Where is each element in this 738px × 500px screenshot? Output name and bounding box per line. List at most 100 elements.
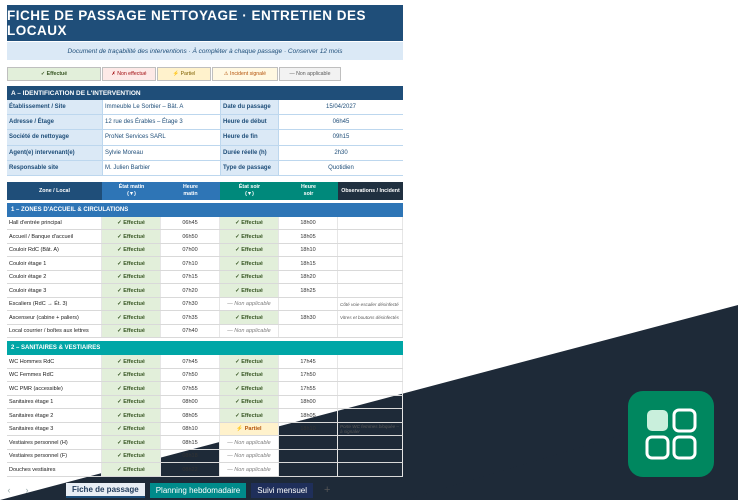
- heure-soir-cell[interactable]: 18h25: [279, 284, 338, 297]
- observation-cell[interactable]: [338, 449, 403, 463]
- heure-matin-cell[interactable]: 07h10: [161, 257, 220, 270]
- etat-soir-cell[interactable]: ✓ Effectué: [220, 284, 279, 297]
- heure-matin-cell[interactable]: 08h15: [161, 436, 220, 449]
- etat-matin-cell[interactable]: ✓ Effectué: [102, 243, 161, 257]
- etat-soir-cell[interactable]: — Non applicable: [220, 297, 279, 311]
- etat-matin-cell[interactable]: ✓ Effectué: [102, 257, 161, 270]
- heure-matin-cell[interactable]: 07h50: [161, 368, 220, 382]
- etat-matin-cell[interactable]: ✓ Effectué: [102, 284, 161, 297]
- etat-soir-cell[interactable]: ✓ Effectué: [220, 230, 279, 243]
- heure-soir-cell[interactable]: 18h00: [279, 395, 338, 409]
- chevron-right-icon[interactable]: ›: [18, 485, 36, 495]
- etat-matin-cell[interactable]: ✓ Effectué: [102, 270, 161, 284]
- etat-soir-cell[interactable]: ✓ Effectué: [220, 355, 279, 368]
- ident-value[interactable]: 06h45: [278, 115, 403, 131]
- ident-value[interactable]: 15/04/2027: [278, 100, 403, 116]
- etat-soir-cell[interactable]: — Non applicable: [220, 324, 279, 338]
- etat-soir-cell[interactable]: ⚡ Partiel: [220, 422, 279, 436]
- observation-cell[interactable]: [338, 368, 403, 382]
- tab-fiche-de-passage[interactable]: Fiche de passage: [66, 482, 145, 498]
- etat-soir-cell[interactable]: ✓ Effectué: [220, 395, 279, 409]
- etat-matin-cell[interactable]: ✓ Effectué: [102, 230, 161, 243]
- chevron-left-icon[interactable]: ‹: [0, 485, 18, 495]
- heure-soir-cell[interactable]: 18h10: [279, 422, 338, 436]
- ident-value[interactable]: M. Julien Barbier: [102, 160, 220, 176]
- tab-planning-hebdomadaire[interactable]: Planning hebdomadaire: [149, 482, 247, 498]
- heure-soir-cell[interactable]: [279, 324, 338, 338]
- etat-soir-cell[interactable]: ✓ Effectué: [220, 257, 279, 270]
- observation-cell[interactable]: [338, 355, 403, 368]
- heure-soir-cell[interactable]: [279, 463, 338, 476]
- heure-matin-cell[interactable]: 06h45: [161, 216, 220, 230]
- observation-cell[interactable]: [338, 436, 403, 449]
- ident-value[interactable]: ProNet Services SARL: [102, 130, 220, 146]
- heure-soir-cell[interactable]: [279, 449, 338, 463]
- etat-soir-cell[interactable]: ✓ Effectué: [220, 216, 279, 230]
- etat-matin-cell[interactable]: ✓ Effectué: [102, 463, 161, 476]
- heure-soir-cell[interactable]: 17h50: [279, 368, 338, 382]
- etat-matin-cell[interactable]: ✓ Effectué: [102, 355, 161, 368]
- add-sheet-button[interactable]: +: [324, 484, 330, 496]
- etat-soir-cell[interactable]: — Non applicable: [220, 449, 279, 463]
- heure-matin-cell[interactable]: 07h20: [161, 284, 220, 297]
- etat-matin-cell[interactable]: ✓ Effectué: [102, 409, 161, 422]
- heure-matin-cell[interactable]: 06h50: [161, 230, 220, 243]
- etat-soir-cell[interactable]: — Non applicable: [220, 436, 279, 449]
- heure-soir-cell[interactable]: [279, 297, 338, 311]
- etat-matin-cell[interactable]: ✓ Effectué: [102, 449, 161, 463]
- heure-matin-cell[interactable]: 08h00: [161, 395, 220, 409]
- observation-cell[interactable]: [338, 324, 403, 338]
- observation-cell[interactable]: [338, 270, 403, 284]
- observation-cell[interactable]: [338, 382, 403, 395]
- heure-matin-cell[interactable]: 08h05: [161, 409, 220, 422]
- etat-matin-cell[interactable]: ✓ Effectué: [102, 368, 161, 382]
- heure-soir-cell[interactable]: 18h30: [279, 311, 338, 324]
- etat-matin-cell[interactable]: ✓ Effectué: [102, 436, 161, 449]
- observation-cell[interactable]: [338, 463, 403, 476]
- ident-value[interactable]: Immeuble Le Sorbier – Bât. A: [102, 100, 220, 116]
- etat-soir-cell[interactable]: — Non applicable: [220, 463, 279, 476]
- heure-soir-cell[interactable]: 18h10: [279, 243, 338, 257]
- heure-matin-cell[interactable]: 07h15: [161, 270, 220, 284]
- heure-matin-cell[interactable]: 07h40: [161, 324, 220, 338]
- heure-soir-cell[interactable]: 18h05: [279, 409, 338, 422]
- observation-cell[interactable]: [338, 216, 403, 230]
- heure-soir-cell[interactable]: 18h15: [279, 257, 338, 270]
- heure-soir-cell[interactable]: [279, 436, 338, 449]
- etat-soir-cell[interactable]: ✓ Effectué: [220, 270, 279, 284]
- ident-value[interactable]: Quotidien: [278, 160, 403, 176]
- ident-value[interactable]: 09h15: [278, 130, 403, 146]
- etat-matin-cell[interactable]: ✓ Effectué: [102, 297, 161, 311]
- etat-soir-cell[interactable]: ✓ Effectué: [220, 382, 279, 395]
- heure-matin-cell[interactable]: 07h30: [161, 297, 220, 311]
- observation-cell[interactable]: [338, 284, 403, 297]
- heure-matin-cell[interactable]: 07h45: [161, 355, 220, 368]
- heure-soir-cell[interactable]: 17h45: [279, 355, 338, 368]
- observation-cell[interactable]: [338, 409, 403, 422]
- etat-matin-cell[interactable]: ✓ Effectué: [102, 395, 161, 409]
- ident-value[interactable]: 2h30: [278, 145, 403, 161]
- ident-value[interactable]: 12 rue des Érables – Étage 3: [102, 115, 220, 131]
- heure-soir-cell[interactable]: 17h55: [279, 382, 338, 395]
- heure-soir-cell[interactable]: 18h20: [279, 270, 338, 284]
- etat-soir-cell[interactable]: ✓ Effectué: [220, 409, 279, 422]
- heure-matin-cell[interactable]: 07h55: [161, 382, 220, 395]
- etat-matin-cell[interactable]: ✓ Effectué: [102, 216, 161, 230]
- etat-matin-cell[interactable]: ✓ Effectué: [102, 382, 161, 395]
- heure-soir-cell[interactable]: 18h00: [279, 216, 338, 230]
- observation-cell[interactable]: Porte WC femmes bloquée – à signaler: [338, 422, 403, 436]
- heure-matin-cell[interactable]: 08h22: [161, 463, 220, 476]
- observation-cell[interactable]: Vitres et boutons désinfectés: [338, 311, 403, 324]
- etat-soir-cell[interactable]: ✓ Effectué: [220, 243, 279, 257]
- heure-matin-cell[interactable]: 08h10: [161, 422, 220, 436]
- observation-cell[interactable]: [338, 257, 403, 270]
- etat-matin-cell[interactable]: ✓ Effectué: [102, 422, 161, 436]
- heure-soir-cell[interactable]: 18h05: [279, 230, 338, 243]
- observation-cell[interactable]: [338, 243, 403, 257]
- heure-matin-cell[interactable]: 07h35: [161, 311, 220, 324]
- grid-apps-icon[interactable]: [628, 391, 714, 477]
- heure-matin-cell[interactable]: 07h00: [161, 243, 220, 257]
- observation-cell[interactable]: Côté voie escalier désinfecté: [338, 297, 403, 311]
- observation-cell[interactable]: [338, 230, 403, 243]
- etat-soir-cell[interactable]: ✓ Effectué: [220, 368, 279, 382]
